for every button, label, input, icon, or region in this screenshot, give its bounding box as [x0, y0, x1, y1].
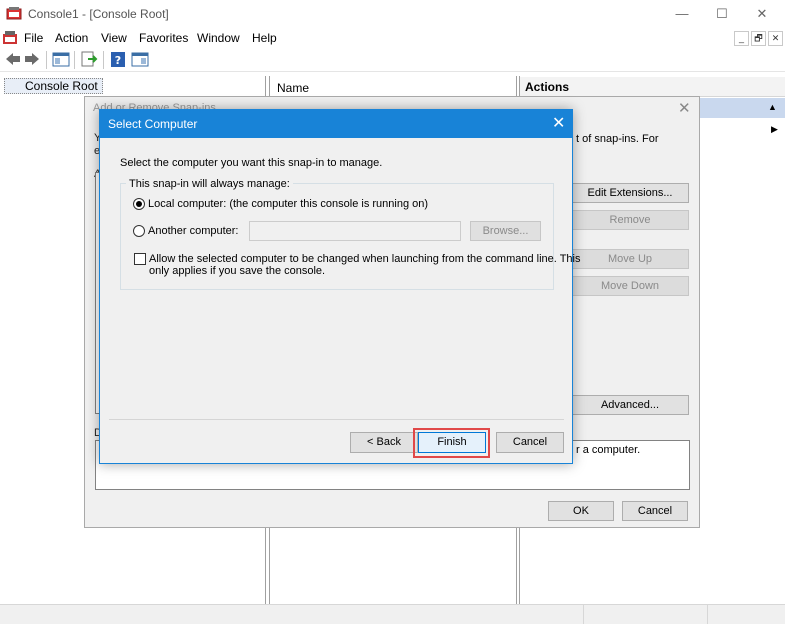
status-cell — [707, 604, 708, 624]
export-list-icon[interactable] — [80, 51, 98, 68]
more-actions-arrow-icon[interactable]: ▶ — [771, 124, 778, 135]
toolbar-separator — [74, 51, 75, 69]
allow-change-label-line1[interactable]: Allow the selected computer to be change… — [149, 253, 581, 265]
forward-arrow-icon[interactable] — [23, 51, 41, 68]
menu-view[interactable]: View — [101, 31, 127, 45]
menu-favorites[interactable]: Favorites — [139, 31, 188, 45]
tree-item-console-root[interactable]: Console Root — [4, 78, 103, 94]
snapin-ok-button[interactable]: OK — [548, 501, 614, 521]
console-menu-icon[interactable] — [3, 31, 17, 45]
another-computer-radio[interactable] — [133, 225, 145, 237]
advanced-button[interactable]: Advanced... — [571, 395, 689, 415]
actions-title: Actions — [525, 80, 570, 94]
snapin-close-icon[interactable]: ✕ — [678, 99, 691, 117]
help-icon[interactable]: ? — [109, 51, 127, 68]
snapin-description-text: t of snap-ins. For — [576, 133, 659, 145]
move-down-button[interactable]: Move Down — [571, 276, 689, 296]
toolbar-separator — [46, 51, 47, 69]
mdi-close-button[interactable]: ✕ — [768, 31, 783, 46]
move-up-button[interactable]: Move Up — [571, 249, 689, 269]
status-cell — [583, 604, 584, 624]
manage-group-label: This snap-in will always manage: — [126, 178, 293, 190]
column-header-name[interactable]: Name — [277, 81, 309, 95]
local-computer-radio[interactable] — [133, 198, 145, 210]
show-hide-tree-icon[interactable] — [52, 51, 70, 68]
window-title: Console1 - [Console Root] — [28, 7, 169, 21]
remove-button[interactable]: Remove — [571, 210, 689, 230]
menu-window[interactable]: Window — [197, 31, 240, 45]
back-button[interactable]: < Back — [350, 432, 418, 453]
collapse-up-icon[interactable]: ▲ — [768, 102, 777, 112]
show-hide-action-pane-icon[interactable] — [131, 51, 149, 68]
browse-button[interactable]: Browse... — [470, 221, 541, 241]
another-computer-label[interactable]: Another computer: — [148, 225, 239, 237]
menu-file[interactable]: File — [24, 31, 43, 45]
dialog-separator — [109, 419, 564, 420]
radio-selected-dot — [136, 201, 142, 207]
menu-action[interactable]: Action — [55, 31, 88, 45]
menu-help[interactable]: Help — [252, 31, 277, 45]
select-computer-prompt: Select the computer you want this snap-i… — [120, 157, 383, 169]
finish-highlight-box — [413, 428, 490, 458]
mmc-app-icon — [6, 6, 22, 20]
mdi-minimize-button[interactable]: _ — [734, 31, 749, 46]
local-computer-label[interactable]: Local computer: (the computer this conso… — [148, 198, 428, 210]
snapin-description-value: r a computer. — [576, 444, 641, 456]
close-button[interactable]: ✕ — [739, 0, 785, 28]
snapin-cancel-button[interactable]: Cancel — [622, 501, 688, 521]
edit-extensions-button[interactable]: Edit Extensions... — [571, 183, 689, 203]
back-arrow-icon[interactable] — [4, 51, 22, 68]
toolbar-separator — [103, 51, 104, 69]
allow-change-label-line2[interactable]: only applies if you save the console. — [149, 265, 325, 277]
another-computer-input[interactable] — [249, 221, 461, 241]
allow-change-checkbox[interactable] — [134, 253, 146, 265]
cancel-button[interactable]: Cancel — [496, 432, 564, 453]
close-icon[interactable]: ✕ — [552, 113, 565, 133]
mdi-restore-button[interactable]: 🗗 — [751, 31, 766, 46]
select-computer-title: Select Computer — [108, 117, 198, 131]
status-bar — [0, 604, 785, 624]
svg-text:?: ? — [115, 54, 121, 67]
